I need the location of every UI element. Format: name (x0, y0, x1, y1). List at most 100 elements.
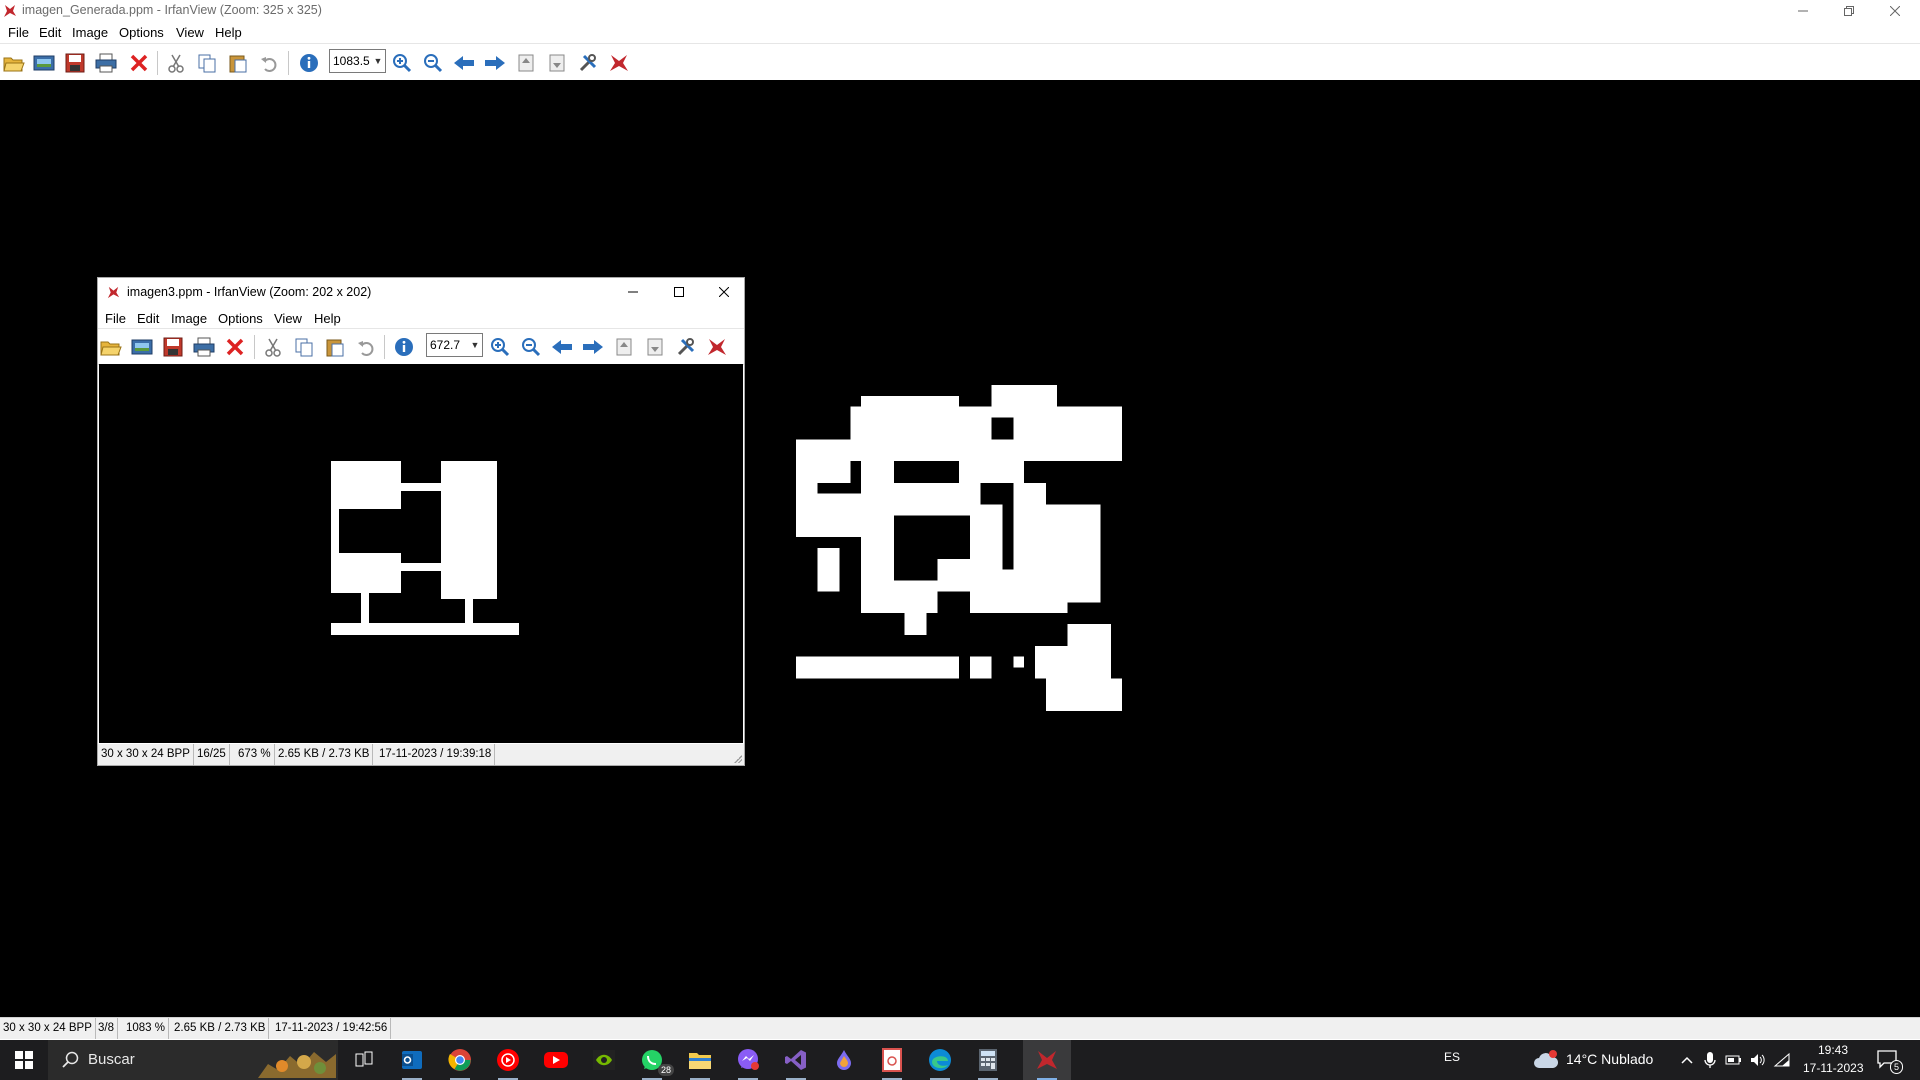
taskbar-nvidia[interactable] (580, 1040, 628, 1080)
weather-widget-icon-wrap[interactable] (1533, 1048, 1559, 1072)
child-status-index: 16/25 (194, 744, 230, 765)
clock-date[interactable]: 17-11-2023 (1803, 1061, 1864, 1075)
menu-help[interactable]: Help (215, 25, 242, 40)
whatsapp-badge: 28 (658, 1064, 675, 1076)
taskbar-chrome[interactable] (436, 1040, 484, 1080)
menu-edit[interactable]: Edit (39, 25, 61, 40)
child-status-filesize: 2.65 KB / 2.73 KB (275, 744, 374, 765)
child-maximize-button[interactable] (656, 278, 702, 306)
taskbar-outlook[interactable] (388, 1040, 436, 1080)
child-save-button[interactable] (160, 334, 186, 360)
paste-button[interactable] (225, 50, 251, 76)
cut-button[interactable] (163, 50, 189, 76)
slideshow-icon (131, 339, 153, 355)
child-menu-file[interactable]: File (105, 311, 126, 326)
child-close-button[interactable] (701, 278, 747, 306)
child-menu-help[interactable]: Help (314, 311, 341, 326)
previous-icon (454, 56, 474, 70)
child-menu-options[interactable]: Options (218, 311, 263, 326)
zoom-in-button[interactable] (389, 50, 415, 76)
child-next-button[interactable] (580, 334, 606, 360)
save-button[interactable] (62, 50, 88, 76)
child-first-page-button[interactable] (611, 334, 637, 360)
delete-button[interactable] (126, 50, 152, 76)
messenger-icon (738, 1049, 759, 1070)
undo-button[interactable] (256, 50, 282, 76)
volume-tray[interactable] (1749, 1050, 1767, 1075)
child-delete-button[interactable] (222, 334, 248, 360)
resize-grip-icon[interactable] (732, 753, 742, 763)
child-undo-button[interactable] (353, 334, 379, 360)
child-last-page-button[interactable] (642, 334, 668, 360)
taskbar-file-explorer[interactable] (676, 1040, 724, 1080)
child-menu-image[interactable]: Image (171, 311, 207, 326)
close-button[interactable] (1872, 0, 1918, 22)
next-button[interactable] (482, 50, 508, 76)
child-image-canvas[interactable] (99, 364, 743, 743)
child-slideshow-button[interactable] (129, 334, 155, 360)
child-menu-edit[interactable]: Edit (137, 311, 159, 326)
about-button[interactable] (606, 50, 632, 76)
menu-image[interactable]: Image (72, 25, 108, 40)
first-page-button[interactable] (513, 50, 539, 76)
clock-time[interactable]: 19:43 (1818, 1043, 1848, 1057)
child-zoom-combobox[interactable]: 672.7 ▼ (426, 333, 483, 357)
zoom-combobox[interactable]: 1083.5 ▼ (329, 49, 386, 73)
microphone-tray[interactable] (1703, 1050, 1717, 1075)
taskbar-irfanview[interactable] (1023, 1040, 1071, 1080)
irfanview-logo-icon (708, 339, 726, 355)
language-indicator[interactable]: ES (1444, 1050, 1460, 1064)
child-minimize-button[interactable] (610, 278, 656, 306)
irfanview-icon (1037, 1051, 1057, 1069)
zoom-out-button[interactable] (420, 50, 446, 76)
taskbar-messenger[interactable] (724, 1040, 772, 1080)
child-previous-button[interactable] (549, 334, 575, 360)
child-copy-button[interactable] (291, 334, 317, 360)
child-zoom-out-button[interactable] (518, 334, 544, 360)
open-folder-icon (100, 341, 122, 356)
hidden-icons-button[interactable] (1680, 1050, 1694, 1075)
menu-options[interactable]: Options (119, 25, 164, 40)
child-info-button[interactable] (391, 334, 417, 360)
restore-button[interactable] (1826, 0, 1872, 22)
menu-file[interactable]: File (8, 25, 29, 40)
taskbar-search-box[interactable]: Buscar (48, 1040, 338, 1080)
last-page-button[interactable] (544, 50, 570, 76)
child-print-button[interactable] (191, 334, 217, 360)
battery-icon (1725, 1055, 1741, 1065)
previous-button[interactable] (451, 50, 477, 76)
open-button[interactable] (1, 50, 27, 76)
battery-tray[interactable] (1725, 1050, 1743, 1075)
child-menu-view[interactable]: View (274, 311, 302, 326)
taskbar-edge[interactable] (916, 1040, 964, 1080)
paint-drop-icon (837, 1050, 851, 1070)
info-button[interactable] (296, 50, 322, 76)
taskbar-visual-studio[interactable] (772, 1040, 820, 1080)
taskbar-task-view[interactable] (340, 1040, 388, 1080)
child-settings-button[interactable] (673, 334, 699, 360)
taskbar-pdf-reader[interactable] (868, 1040, 916, 1080)
taskbar-youtube-music[interactable] (484, 1040, 532, 1080)
taskbar-calculator[interactable] (964, 1040, 1012, 1080)
notifications-button[interactable]: 5 (1876, 1048, 1904, 1074)
child-paste-button[interactable] (322, 334, 348, 360)
child-zoom-value: 672.7 (430, 338, 461, 352)
child-zoom-in-button[interactable] (487, 334, 513, 360)
taskbar-whatsapp[interactable]: 28 (628, 1040, 676, 1080)
settings-button[interactable] (575, 50, 601, 76)
taskbar-paint-app[interactable] (820, 1040, 868, 1080)
child-irfanview-window[interactable]: imagen3.ppm - IrfanView (Zoom: 202 x 202… (97, 277, 745, 766)
menu-view[interactable]: View (176, 25, 204, 40)
start-button[interactable] (0, 1040, 48, 1080)
slideshow-icon (33, 55, 55, 71)
taskbar-youtube[interactable] (532, 1040, 580, 1080)
wifi-tray[interactable] (1773, 1050, 1791, 1075)
copy-button[interactable] (194, 50, 220, 76)
minimize-button[interactable] (1780, 0, 1826, 22)
child-open-button[interactable] (98, 334, 124, 360)
slideshow-button[interactable] (31, 50, 57, 76)
weather-text[interactable]: 14°C Nublado (1566, 1051, 1653, 1067)
child-cut-button[interactable] (260, 334, 286, 360)
print-button[interactable] (93, 50, 119, 76)
child-about-button[interactable] (704, 334, 730, 360)
